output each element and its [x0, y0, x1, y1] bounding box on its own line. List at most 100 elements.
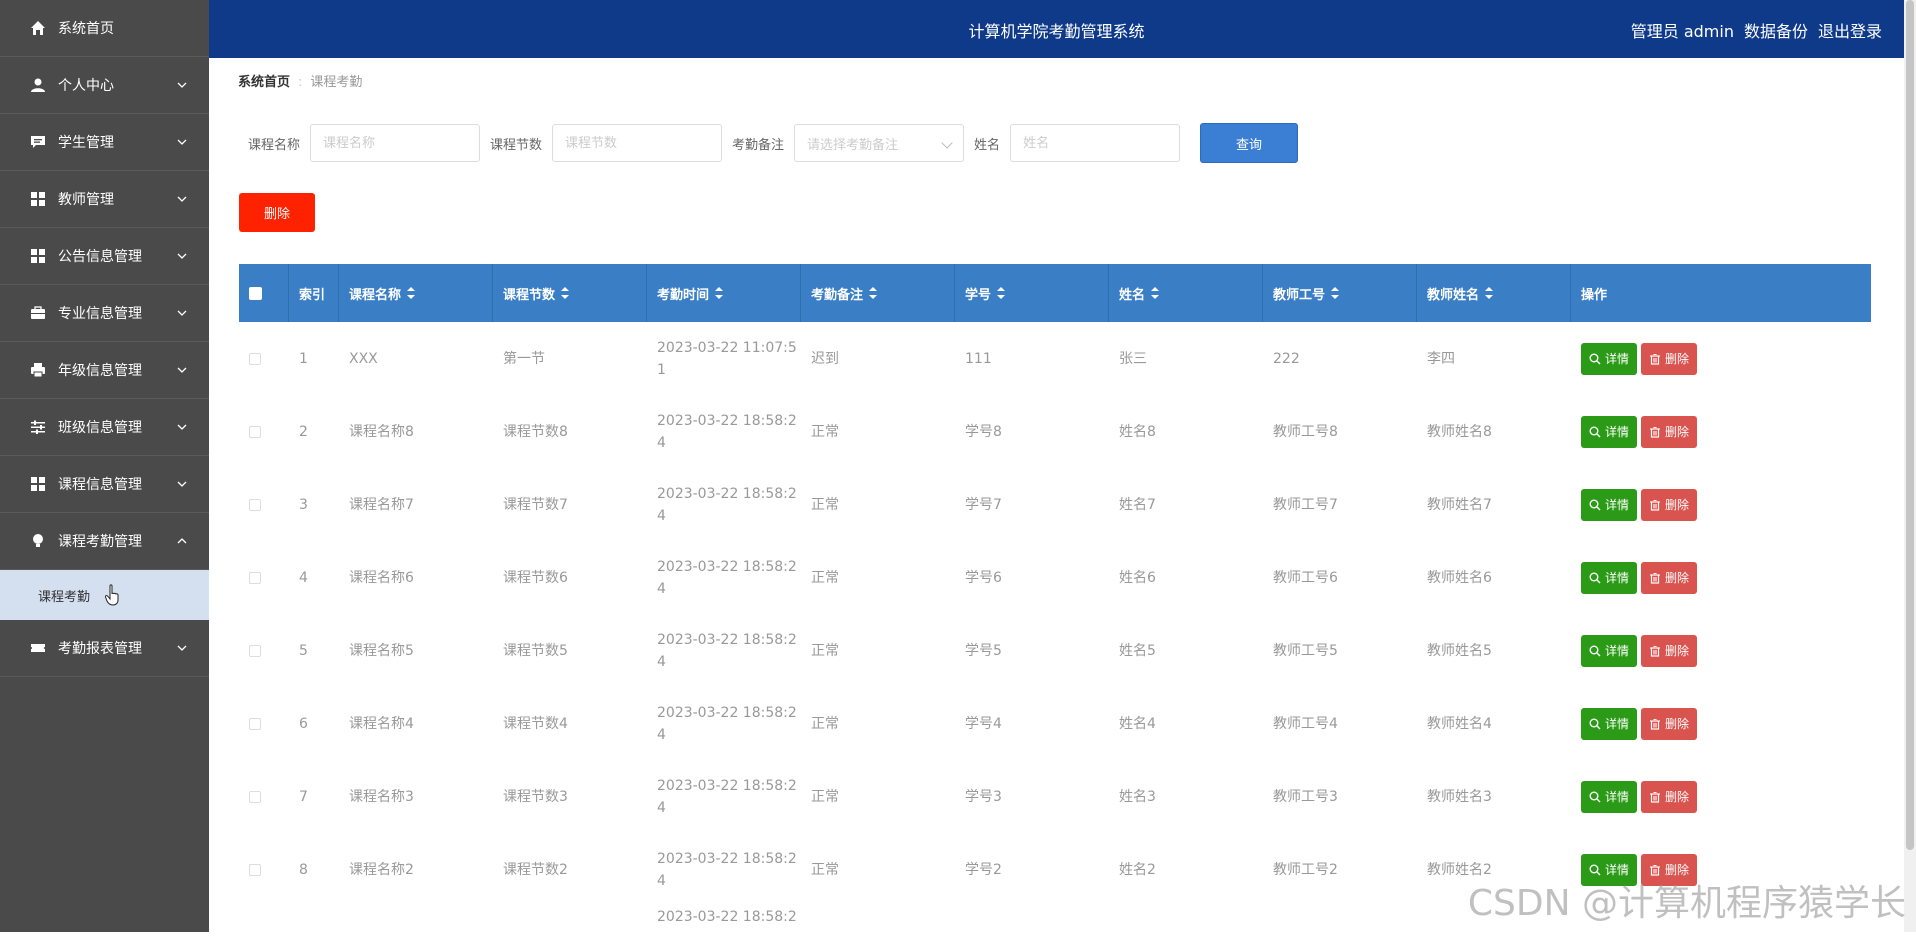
sidebar-item-announcements[interactable]: 公告信息管理 — [0, 228, 209, 285]
sidebar-item-attendance[interactable]: 课程考勤管理 — [0, 513, 209, 570]
row-checkbox[interactable] — [249, 863, 261, 876]
backup-link[interactable]: 数据备份 — [1744, 18, 1808, 42]
query-button[interactable]: 查询 — [1200, 123, 1299, 163]
detail-button[interactable]: 详情 — [1581, 634, 1638, 667]
row-remark: 正常 — [811, 423, 839, 440]
header-remark[interactable]: 考勤备注 — [801, 264, 955, 322]
sidebar-item-personal[interactable]: 个人中心 — [0, 57, 209, 114]
detail-button[interactable]: 详情 — [1581, 561, 1638, 594]
sidebar-item-majors[interactable]: 专业信息管理 — [0, 285, 209, 342]
sliders-icon — [30, 419, 46, 435]
row-time-line1: 2023-03-22 18:58:2 — [657, 631, 797, 648]
sidebar-item-reports[interactable]: 考勤报表管理 — [0, 620, 209, 677]
detail-button[interactable]: 详情 — [1581, 415, 1638, 448]
row-name: 姓名3 — [1119, 788, 1156, 805]
delete-button[interactable]: 删除 — [1641, 488, 1698, 521]
sort-icon[interactable] — [997, 287, 1006, 299]
grid-icon — [30, 248, 46, 264]
scrollbar-thumb[interactable] — [1906, 0, 1914, 850]
header-course[interactable]: 课程名称 — [339, 264, 493, 322]
row-section: 课程节数3 — [503, 788, 568, 805]
detail-button[interactable]: 详情 — [1581, 342, 1638, 375]
row-time-line2: 4 — [657, 580, 666, 597]
row-course: 课程名称8 — [349, 423, 414, 440]
delete-button[interactable]: 删除 — [1641, 634, 1698, 667]
search-icon — [1589, 426, 1601, 437]
row-index: 8 — [299, 861, 308, 878]
header-label: 学号 — [965, 287, 992, 303]
detail-button[interactable]: 详情 — [1581, 488, 1638, 521]
sidebar-item-home[interactable]: 系统首页 — [0, 0, 209, 57]
remark-select[interactable]: 请选择考勤备注 — [794, 124, 965, 162]
sidebar-item-students[interactable]: 学生管理 — [0, 114, 209, 171]
row-time-line2: 4 — [657, 507, 666, 524]
delete-button[interactable]: 删除 — [1641, 707, 1698, 740]
sidebar-item-teachers[interactable]: 教师管理 — [0, 171, 209, 228]
sidebar-item-classes[interactable]: 班级信息管理 — [0, 399, 209, 456]
header-teacher-id[interactable]: 教师工号 — [1263, 264, 1417, 322]
table-row: 5 课程名称5 课程节数5 2023-03-22 18:58:2 4 正常 学号5 姓名5 教师… — [239, 614, 1871, 687]
row-section: 课程节数4 — [503, 715, 568, 732]
header-index: 索引 — [289, 264, 339, 322]
sort-icon[interactable] — [407, 287, 416, 299]
table-body: 1 XXX 第一节 2023-03-22 11:07:5 1 迟到 111 张三 222 李四 详情… — [239, 322, 1871, 906]
delete-label: 删除 — [1665, 497, 1690, 512]
row-teacher-id: 教师工号7 — [1273, 496, 1338, 513]
header-student-id[interactable]: 学号 — [955, 264, 1109, 322]
sidebar-subitem-course-attendance[interactable]: 课程考勤 — [0, 570, 209, 620]
row-checkbox[interactable] — [249, 644, 261, 657]
batch-delete-button[interactable]: 删除 — [239, 193, 315, 232]
row-time: 2023-03-22 18:58:2 4 — [647, 556, 801, 600]
sort-icon[interactable] — [1485, 287, 1494, 299]
row-select-cell — [239, 863, 289, 876]
logout-link[interactable]: 退出登录 — [1818, 18, 1882, 42]
sort-icon[interactable] — [1151, 287, 1160, 299]
row-select-cell — [239, 498, 289, 511]
sort-icon[interactable] — [1331, 287, 1340, 299]
sort-icon[interactable] — [869, 287, 878, 299]
row-checkbox[interactable] — [249, 717, 261, 730]
sidebar-item-grades[interactable]: 年级信息管理 — [0, 342, 209, 399]
row-time-line1: 2023-03-22 18:58:2 — [657, 485, 797, 502]
section-input[interactable] — [552, 124, 723, 162]
header-time[interactable]: 考勤时间 — [647, 264, 801, 322]
row-remark: 正常 — [811, 496, 839, 513]
sort-icon[interactable] — [715, 287, 724, 299]
search-icon — [1589, 353, 1601, 364]
course-name-input[interactable] — [310, 124, 481, 162]
row-checkbox[interactable] — [249, 498, 261, 511]
header-label: 课程节数 — [503, 287, 556, 303]
row-course: 课程名称7 — [349, 496, 414, 513]
row-time-line2: 4 — [657, 799, 666, 816]
detail-button[interactable]: 详情 — [1581, 780, 1638, 813]
row-checkbox[interactable] — [249, 571, 261, 584]
header-label: 索引 — [299, 287, 326, 303]
header-section[interactable]: 课程节数 — [493, 264, 647, 322]
table-row: 4 课程名称6 课程节数6 2023-03-22 18:58:2 4 正常 学号6 姓名6 教师… — [239, 541, 1871, 614]
row-name: 姓名5 — [1119, 642, 1156, 659]
detail-label: 详情 — [1605, 716, 1630, 731]
select-all-checkbox[interactable] — [249, 286, 262, 300]
delete-button[interactable]: 删除 — [1641, 780, 1698, 813]
sidebar-item-courses[interactable]: 课程信息管理 — [0, 456, 209, 513]
scrollbar[interactable] — [1904, 0, 1916, 932]
row-checkbox[interactable] — [249, 790, 261, 803]
row-section: 课程节数7 — [503, 496, 568, 513]
row-checkbox[interactable] — [249, 352, 261, 365]
delete-button[interactable]: 删除 — [1641, 342, 1698, 375]
delete-label: 删除 — [1665, 716, 1690, 731]
breadcrumb-home[interactable]: 系统首页 — [238, 75, 290, 90]
header-name[interactable]: 姓名 — [1109, 264, 1263, 322]
row-checkbox[interactable] — [249, 425, 261, 438]
trash-icon — [1650, 645, 1661, 657]
row-student-id: 学号5 — [965, 642, 1002, 659]
row-time: 2023-03-22 18:58:2 4 — [647, 702, 801, 746]
sort-icon[interactable] — [561, 287, 570, 299]
delete-button[interactable]: 删除 — [1641, 561, 1698, 594]
table-row: 1 XXX 第一节 2023-03-22 11:07:5 1 迟到 111 张三 222 李四 详情… — [239, 322, 1871, 395]
delete-button[interactable]: 删除 — [1641, 415, 1698, 448]
detail-button[interactable]: 详情 — [1581, 707, 1638, 740]
name-input[interactable] — [1010, 124, 1181, 162]
header-teacher-name[interactable]: 教师姓名 — [1417, 264, 1571, 322]
chat-icon — [30, 134, 46, 150]
